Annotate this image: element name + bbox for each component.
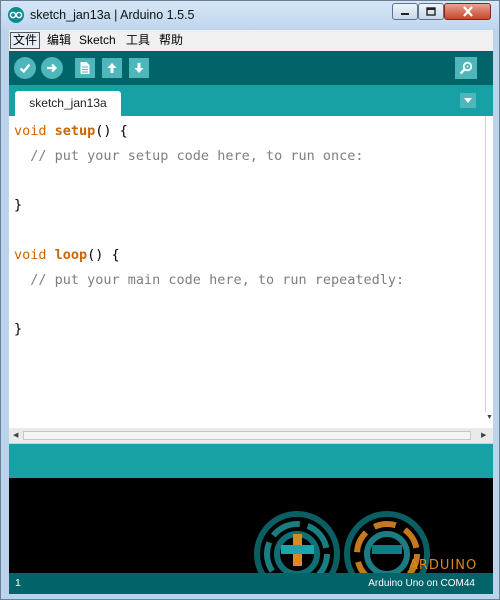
keyword-void: void: [14, 246, 47, 263]
upload-button[interactable]: [41, 57, 63, 79]
minimize-button[interactable]: [392, 3, 418, 20]
close-icon: [462, 6, 473, 17]
code-punct: () {: [87, 246, 120, 263]
arrow-right-icon: [47, 63, 58, 73]
console-output[interactable]: ARDUINO: [9, 478, 493, 573]
window-title: sketch_jan13a | Arduino 1.5.5: [30, 8, 195, 22]
code-punct: }: [14, 197, 23, 214]
function-setup: setup: [54, 123, 96, 139]
toolbar: [9, 51, 493, 85]
menu-tools[interactable]: 工具: [124, 32, 152, 49]
serial-monitor-button[interactable]: [455, 57, 477, 79]
menu-help[interactable]: 帮助: [157, 32, 185, 49]
code-comment: // put your setup code here, to run once…: [14, 147, 364, 164]
minimize-icon: [401, 12, 409, 15]
maximize-icon: [426, 7, 436, 16]
horizontal-scrollbar[interactable]: ◀ ▶: [9, 428, 493, 443]
status-bar: [9, 444, 493, 478]
code-punct: }: [14, 321, 23, 338]
arduino-app-icon: [8, 7, 24, 23]
magnifier-icon: [459, 61, 473, 75]
keyword-void: void: [14, 123, 47, 139]
arduino-window: sketch_jan13a | Arduino 1.5.5 文件 编辑 Sket…: [0, 0, 500, 600]
code-comment: // put your main code here, to run repea…: [14, 271, 405, 288]
open-button[interactable]: [102, 58, 122, 78]
arrow-down-icon: [134, 63, 144, 73]
document-icon: [80, 62, 90, 74]
tab-menu-button[interactable]: [460, 93, 476, 108]
chevron-down-icon: [464, 98, 472, 103]
maximize-button[interactable]: [418, 3, 444, 20]
menu-file[interactable]: 文件: [10, 32, 41, 49]
menu-sketch[interactable]: Sketch: [77, 32, 118, 49]
footer-status: 1 Arduino Uno on COM44: [9, 573, 493, 594]
vertical-scrollbar[interactable]: ▼: [485, 116, 493, 428]
function-loop: loop: [54, 246, 88, 263]
verify-button[interactable]: [14, 57, 36, 79]
line-number: 1: [15, 577, 21, 589]
new-button[interactable]: [75, 58, 95, 78]
menu-bar: 文件 编辑 Sketch 工具 帮助: [9, 30, 493, 51]
code-text[interactable]: void setup() { // put your setup code he…: [14, 119, 404, 342]
title-bar[interactable]: sketch_jan13a | Arduino 1.5.5: [1, 1, 499, 29]
arduino-logo-text: ARDUINO: [409, 558, 478, 573]
save-button[interactable]: [129, 58, 149, 78]
close-button[interactable]: [444, 3, 491, 20]
arrow-up-icon: [107, 63, 117, 73]
scroll-down-icon[interactable]: ▼: [486, 414, 493, 422]
scroll-left-icon[interactable]: ◀: [13, 432, 18, 440]
tab-sketch[interactable]: sketch_jan13a: [15, 91, 121, 116]
check-icon: [19, 63, 31, 74]
tab-strip: sketch_jan13a: [9, 85, 493, 116]
code-punct: () {: [95, 123, 128, 139]
menu-edit[interactable]: 编辑: [45, 32, 73, 49]
code-editor[interactable]: void setup() { // put your setup code he…: [9, 116, 493, 428]
scroll-right-icon[interactable]: ▶: [481, 432, 486, 440]
board-port-label: Arduino Uno on COM44: [368, 578, 475, 589]
horizontal-scroll-thumb[interactable]: [23, 431, 471, 440]
vertical-scroll-thumb[interactable]: [485, 116, 493, 412]
